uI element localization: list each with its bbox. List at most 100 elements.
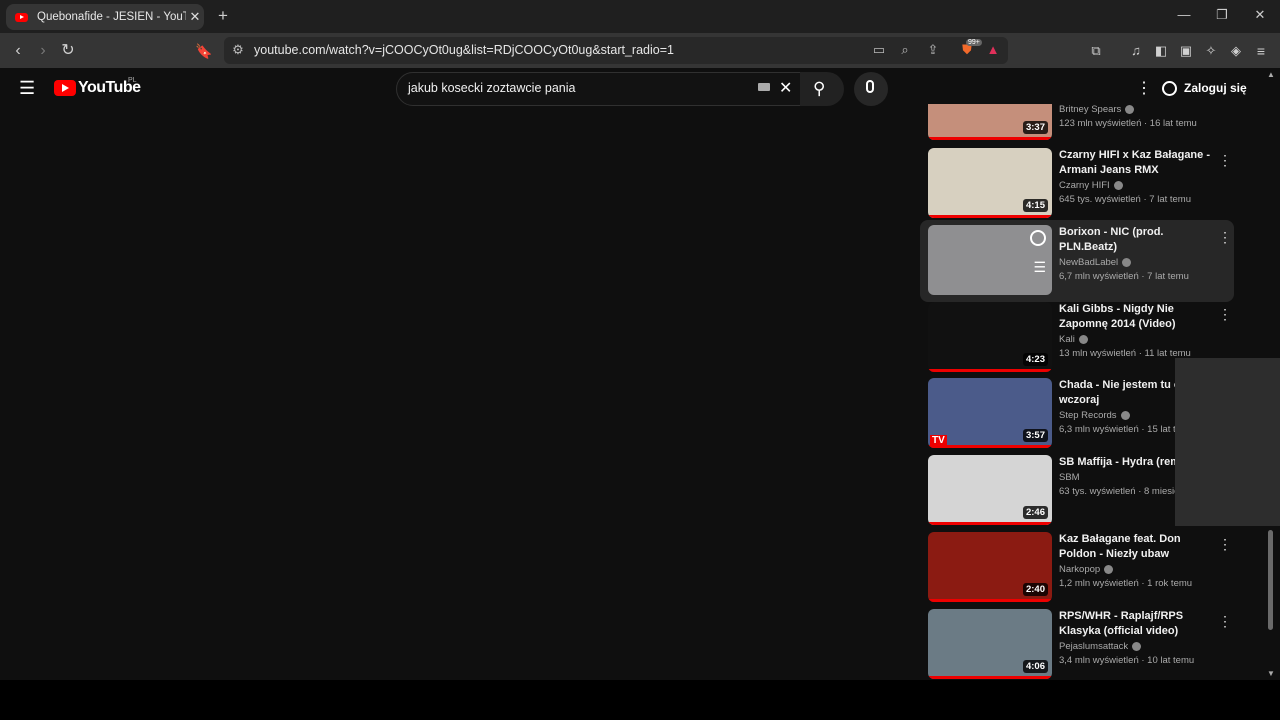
hamburger-menu-icon[interactable]: ☰ [19,78,35,99]
view-count: 123 mln wyświetleń · 16 lat temu [1059,118,1197,129]
channel-name[interactable]: Britney Spears [1059,104,1121,115]
channel-name[interactable]: Czarny HIFI [1059,180,1110,191]
add-to-queue-icon[interactable]: ☰ [1033,259,1046,276]
sidebar-toggle-icon[interactable]: ◧ [1151,41,1171,61]
related-video-item[interactable]: ☰ Borixon - NIC (prod. PLN.Beatz) NewBad… [926,225,1236,297]
keyboard-icon[interactable] [758,83,770,91]
close-tab-icon[interactable]: ✕ [186,9,204,25]
forward-icon[interactable]: › [33,41,53,61]
bookmark-icon[interactable]: 🔖 [194,41,214,61]
youtube-header: ☰ YouTube PL jakub kosecki zoztawcie pan… [0,68,1280,108]
back-icon[interactable]: ‹ [8,41,28,61]
more-actions-icon[interactable]: ⋮ [1218,536,1232,553]
verified-icon [1120,410,1130,420]
voice-search-button[interactable] [854,72,888,106]
settings-more-icon[interactable]: ⋮ [1136,78,1152,98]
video-title[interactable]: Kali Gibbs - Nigdy Nie Zapomnę 2014 (Vid… [1059,302,1219,332]
more-actions-icon[interactable]: ⋮ [1218,152,1232,169]
video-thumbnail[interactable]: TV 3:57 [928,378,1052,448]
more-actions-icon[interactable]: ⋮ [1218,306,1232,323]
tab-title: Quebonafide - JESIEŃ - YouTube [37,11,186,23]
minimize-window-icon[interactable]: — [1174,7,1194,22]
related-video-item[interactable]: 2:40 Kaz Bałagane feat. Don Poldon - Nie… [926,532,1236,604]
duration-badge: 4:15 [1022,199,1048,212]
view-count: 1,2 mln wyświetleń · 1 rok temu [1059,578,1193,589]
watch-progress-bar [928,676,1052,679]
webcam-overlay [1175,358,1280,526]
related-video-item[interactable]: 4:15 Czarny HIFI x Kaz Bałagane - Armani… [926,148,1236,220]
video-thumbnail[interactable]: 4:23 [928,302,1052,372]
duration-badge: 2:46 [1022,506,1048,519]
screenshot-icon[interactable]: ⧉ [1086,41,1106,61]
verified-icon [1113,180,1123,190]
brave-rewards-icon[interactable]: ▲ [984,41,1002,59]
channel-name[interactable]: Pejaslumsattack [1059,641,1128,652]
video-title[interactable]: Borixon - NIC (prod. PLN.Beatz) [1059,225,1219,255]
search-input[interactable]: jakub kosecki zoztawcie pania [408,81,575,95]
share-icon[interactable]: ⇪ [924,41,942,59]
channel-name[interactable]: Step Records [1059,410,1117,421]
more-actions-icon[interactable]: ⋮ [1218,229,1232,246]
verified-icon [1078,334,1088,344]
channel-name[interactable]: Narkopop [1059,564,1100,575]
channel-name[interactable]: NewBadLabel [1059,257,1118,268]
sidebar-scrollbar[interactable] [1268,530,1273,630]
restore-window-icon[interactable]: ❐ [1212,7,1232,23]
leo-ai-icon[interactable]: ✧ [1201,41,1221,61]
related-video-item[interactable]: 4:06 RPS/WHR - Raplajf/RPS Klasyka (offi… [926,609,1236,681]
url-text[interactable]: youtube.com/watch?v=jCOOCyOt0ug&list=RDj… [254,43,674,57]
search-button[interactable]: ⚲ [800,72,844,106]
video-thumbnail[interactable]: 2:46 [928,455,1052,525]
video-title[interactable]: Czarny HIFI x Kaz Bałagane - Armani Jean… [1059,148,1219,178]
browser-tabbar: Quebonafide - JESIEŃ - YouTube ✕ + — ❐ ✕ [0,0,1280,33]
video-title[interactable]: Kaz Bałagane feat. Don Poldon - Niezły u… [1059,532,1219,562]
view-count: 3,4 mln wyświetleń · 10 lat temu [1059,655,1195,666]
music-icon[interactable]: ♫ [1126,41,1146,61]
address-bar[interactable]: ⚙ youtube.com/watch?v=jCOOCyOt0ug&list=R… [224,37,1008,64]
new-tab-icon[interactable]: + [214,6,232,26]
signin-label: Zaloguj się [1184,81,1247,95]
duration-badge: 3:57 [1022,429,1048,442]
view-count: 645 tys. wyświetleń · 7 lat temu [1059,194,1191,205]
related-video-item[interactable]: 3:37 Britney Spears 123 mln wyświetleń ·… [926,104,1236,144]
scroll-up-icon[interactable]: ▲ [1267,70,1275,79]
verified-icon [1122,257,1132,267]
watch-progress-bar [928,522,1052,525]
video-thumbnail[interactable]: ☰ [928,225,1052,295]
vpn-icon[interactable]: ◈ [1226,41,1246,61]
watch-progress-bar [928,445,1052,448]
site-info-icon[interactable]: ⚙ [229,41,247,59]
video-thumbnail[interactable]: 4:06 [928,609,1052,679]
signin-button[interactable]: Zaloguj się [1162,72,1247,104]
search-box[interactable]: jakub kosecki zoztawcie pania ✕ [396,72,810,106]
player-area[interactable] [0,108,900,680]
youtube-logo-icon[interactable] [54,80,76,96]
clear-search-icon[interactable]: ✕ [779,78,792,98]
browser-navbar: ‹ › ↻ 🔖 ⚙ youtube.com/watch?v=jCOOCyOt0u… [0,33,1280,68]
wallet-icon[interactable]: ▣ [1176,41,1196,61]
video-thumbnail[interactable]: 2:40 [928,532,1052,602]
zoom-icon[interactable]: ⌕ [896,41,914,59]
youtube-favicon-icon [15,12,28,22]
bottom-blank-area [0,680,1280,720]
channel-name[interactable]: SBM [1059,472,1080,483]
scroll-down-icon[interactable]: ▼ [1267,669,1275,678]
watch-progress-bar [928,369,1052,372]
cast-icon[interactable]: ▭ [870,41,888,59]
duration-badge: 2:40 [1022,583,1048,596]
video-title[interactable]: RPS/WHR - Raplajf/RPS Klasyka (official … [1059,609,1219,639]
watch-later-icon[interactable] [1030,230,1046,246]
video-thumbnail[interactable]: 3:37 [928,104,1052,140]
channel-name[interactable]: Kali [1059,334,1075,345]
shield-badge: 99+ [966,39,982,46]
more-actions-icon[interactable]: ⋮ [1218,613,1232,630]
browser-tab-active[interactable]: Quebonafide - JESIEŃ - YouTube ✕ [6,4,204,30]
video-thumbnail[interactable]: 4:15 [928,148,1052,218]
account-icon [1162,80,1177,96]
menu-icon[interactable]: ≡ [1251,41,1271,61]
search-icon: ⚲ [813,79,826,98]
close-window-icon[interactable]: ✕ [1250,7,1270,23]
watch-progress-bar [928,137,1052,140]
view-count: 6,7 mln wyświetleń · 7 lat temu [1059,271,1189,282]
reload-icon[interactable]: ↻ [58,41,78,61]
